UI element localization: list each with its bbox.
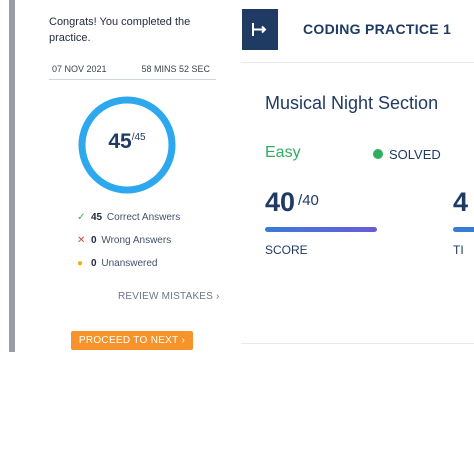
stat-unanswered-label: Unanswered — [101, 258, 158, 269]
problem-score: 40/40 — [265, 187, 319, 218]
stat-correct: ✓ 45 Correct Answers — [77, 211, 180, 225]
exit-arrow-icon[interactable] — [242, 9, 278, 50]
congrats-message: Congrats! You completed the practice. — [49, 16, 191, 44]
chevron-right-icon: › — [216, 291, 220, 302]
stat-wrong-count: 0 — [91, 235, 97, 246]
problem-title: Musical Night Section — [265, 93, 439, 113]
difficulty-label: Easy — [265, 144, 301, 161]
score-progress-bar — [265, 227, 377, 232]
chevron-right-icon: › — [181, 335, 186, 346]
cross-icon: ✕ — [77, 235, 86, 246]
ring-score-total: /45 — [131, 132, 146, 143]
divider — [49, 79, 216, 80]
problem-score-value: 40 — [265, 187, 296, 217]
solved-status: SOLVED — [389, 147, 441, 162]
solved-status-dot — [373, 149, 383, 159]
stat-wrong: ✕ 0 Wrong Answers — [77, 234, 171, 248]
stat-correct-label: Correct Answers — [106, 212, 181, 223]
review-mistakes-link[interactable]: REVIEW MISTAKES › — [118, 291, 220, 302]
proceed-next-button[interactable]: PROCEED TO NEXT › — [71, 331, 193, 350]
meta-row: 07 NOV 2021 58 MINS 52 SEC — [52, 64, 216, 80]
practice-title: CODING PRACTICE 1 — [303, 21, 452, 37]
proceed-next-label: PROCEED TO NEXT — [78, 335, 179, 346]
result-card: Congrats! You completed the practice. 07… — [38, 0, 229, 322]
check-icon: ✓ — [77, 212, 86, 223]
review-mistakes-label: REVIEW MISTAKES — [118, 291, 214, 302]
exit-arrow-graphic — [252, 23, 267, 36]
truncated-progress-bar — [453, 227, 474, 232]
completion-date: 07 NOV 2021 — [52, 64, 107, 74]
truncated-stat-value: 4 — [453, 187, 469, 217]
truncated-stat-label: TI — [453, 243, 464, 257]
stat-wrong-label: Wrong Answers — [101, 235, 172, 246]
ring-score: 45/45 — [76, 130, 178, 154]
score-label: SCORE — [265, 243, 308, 257]
stat-unanswered-count: 0 — [91, 258, 97, 269]
stat-correct-count: 45 — [91, 212, 103, 223]
ring-score-value: 45 — [108, 130, 132, 153]
stat-unanswered: ● 0 Unanswered — [77, 257, 158, 271]
header-divider — [241, 62, 474, 63]
left-scroll-rail — [9, 0, 15, 352]
completion-duration: 58 MINS 52 SEC — [141, 64, 210, 74]
dot-icon: ● — [77, 258, 84, 269]
bottom-divider — [241, 343, 474, 344]
problem-score-total: /40 — [298, 192, 319, 209]
